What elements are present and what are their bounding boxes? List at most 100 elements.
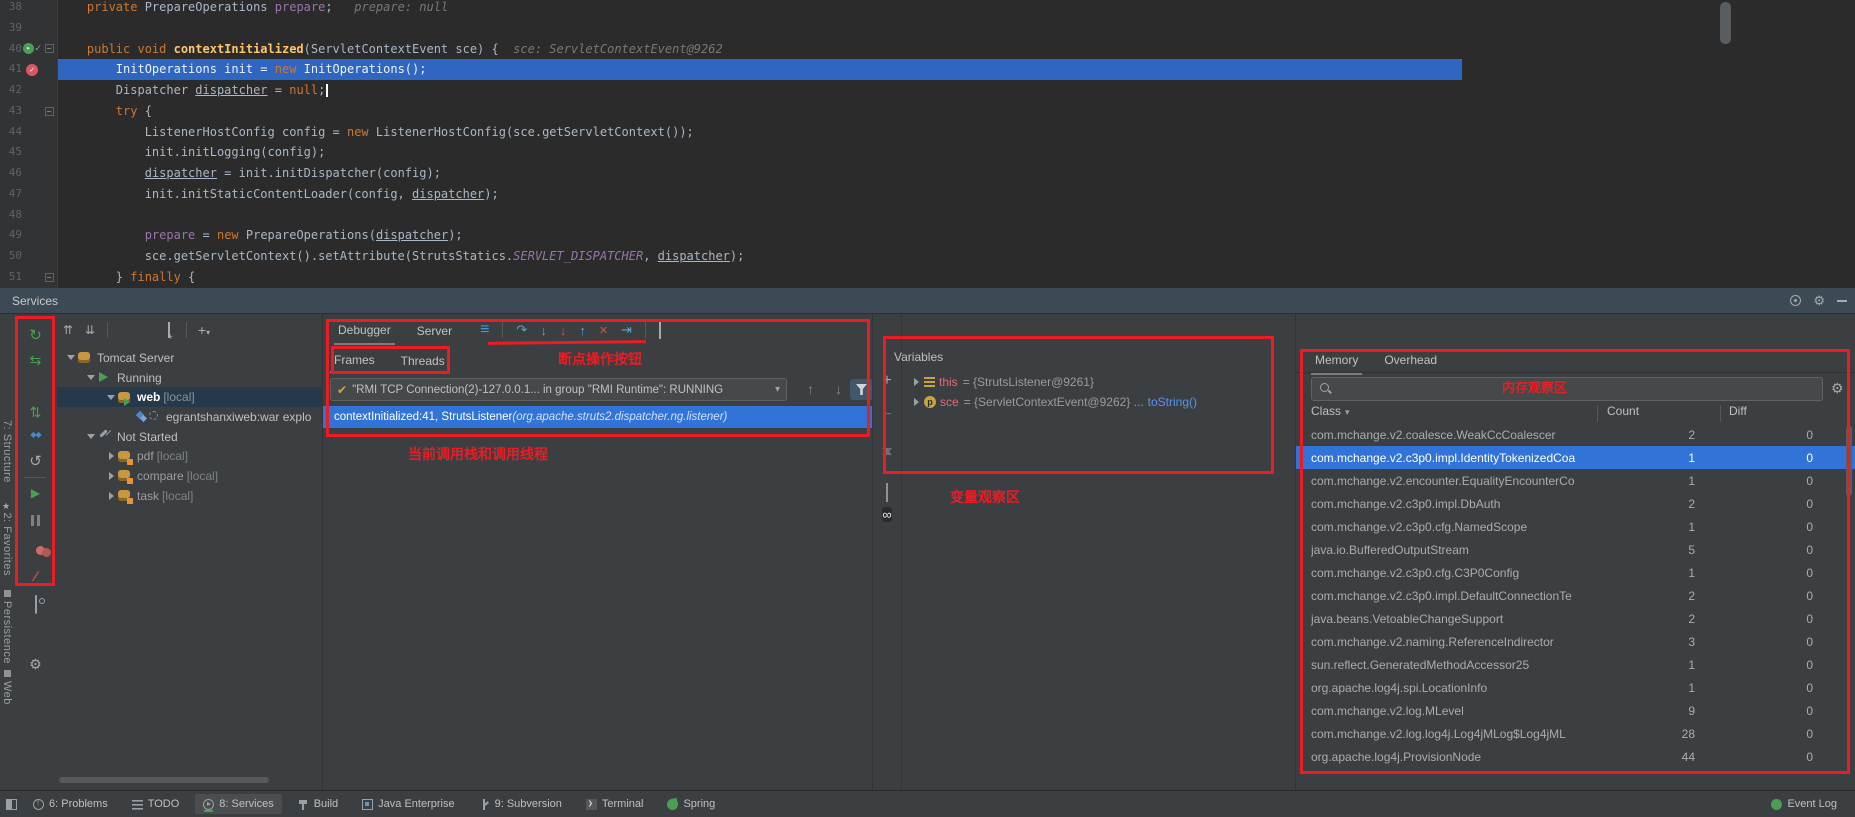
line-number[interactable]: 41 — [0, 59, 22, 80]
run-to-cursor-icon[interactable]: ⇥ — [621, 322, 632, 338]
rerun-icon[interactable]: ↻ — [14, 326, 57, 344]
evaluate-expression-icon[interactable] — [659, 323, 661, 338]
code-editor[interactable]: 38 private PrepareOperations prepare; pr… — [0, 0, 1855, 288]
line-number[interactable]: 50 — [0, 246, 22, 267]
statusbar-item-services[interactable]: 8: Services — [195, 794, 281, 814]
new-frame-icon[interactable] — [158, 323, 180, 337]
code-line[interactable]: 51− } finally { — [0, 267, 1855, 288]
panel-divider[interactable] — [322, 314, 323, 790]
tab-frames[interactable]: Frames — [330, 348, 379, 373]
duplicate-icon[interactable] — [872, 484, 902, 502]
memory-search-input[interactable] — [1338, 382, 1822, 396]
memory-class-row[interactable]: com.mchange.v2.c3p0.cfg.C3P0Config10 — [1295, 561, 1855, 584]
fold-marker-icon[interactable]: − — [45, 107, 54, 116]
memory-class-row[interactable]: com.mchange.v2.coalesce.WeakCcCoalescer2… — [1295, 423, 1855, 446]
rerun-debug-icon[interactable]: ⇆ — [14, 352, 57, 369]
memory-class-row[interactable]: com.mchange.v2.c3p0.impl.DefaultConnecti… — [1295, 584, 1855, 607]
stack-frame-row[interactable]: contextInitialized:41, StrutsListener (o… — [322, 406, 872, 428]
thread-dropdown[interactable]: ✔ "RMI TCP Connection(2)-127.0.0.1... in… — [330, 378, 787, 401]
memory-class-row[interactable]: com.mchange.v2.naming.ReferenceIndirecto… — [1295, 630, 1855, 653]
code-line[interactable]: 47 init.initStaticContentLoader(config, … — [0, 184, 1855, 205]
chevron-right-icon[interactable] — [105, 452, 117, 460]
menu-hamburger-icon[interactable]: ≡ — [480, 321, 489, 339]
memory-class-row[interactable]: com.mchange.v2.c3p0.impl.DbAuth20 — [1295, 492, 1855, 515]
hide-frames-filter-icon[interactable] — [850, 379, 873, 400]
code-line[interactable]: 48 — [0, 205, 1855, 226]
chevron-right-icon[interactable] — [105, 472, 117, 480]
breakpoint-icon[interactable]: ✓ — [26, 64, 38, 76]
deployed-artifacts-icon[interactable]: ◆◆ — [14, 430, 57, 439]
pause-icon[interactable] — [14, 515, 57, 526]
code-line[interactable]: 42 Dispatcher dispatcher = null; — [0, 80, 1855, 101]
code-line[interactable]: 49 prepare = new PrepareOperations(dispa… — [0, 225, 1855, 246]
memory-class-row[interactable]: com.mchange.v2.log.log4j.Log4jMLog$Log4j… — [1295, 723, 1855, 746]
watch-return-values-icon[interactable]: ∞ — [872, 506, 902, 524]
tree-item-pdf[interactable]: pdf[local] — [57, 446, 322, 466]
statusbar-item-terminal[interactable]: Terminal — [578, 794, 652, 814]
previous-frame-icon[interactable]: ↑ — [807, 381, 814, 397]
force-step-into-icon[interactable]: ↓ — [560, 323, 567, 338]
sidebar-item-structure[interactable]: 7: Structure — [1, 420, 13, 483]
line-number[interactable]: 39 — [0, 18, 22, 39]
resume-icon[interactable]: ▶ — [14, 486, 57, 500]
memory-class-row[interactable]: java.beans.VetoableChangeSupport20 — [1295, 607, 1855, 630]
add-service-icon[interactable]: +▾ — [193, 322, 215, 338]
editor-scrollbar[interactable] — [1720, 2, 1731, 44]
panel-divider[interactable] — [872, 314, 873, 790]
statusbar-item-javaee[interactable]: Java Enterprise — [354, 794, 462, 814]
column-header-diff[interactable]: Diff — [1729, 404, 1747, 418]
tree-item-compare[interactable]: compare[local] — [57, 466, 322, 486]
statusbar-item-todo[interactable]: TODO — [124, 794, 188, 814]
breakpoint-slash-icon[interactable]: ∕ — [14, 568, 57, 584]
tool-windows-icon[interactable] — [0, 795, 25, 814]
code-line[interactable]: 44 ListenerHostConfig config = new Liste… — [0, 122, 1855, 143]
line-number[interactable]: 44 — [0, 122, 22, 143]
chevron-right-icon[interactable] — [910, 398, 922, 406]
fold-marker-icon[interactable]: − — [45, 44, 54, 53]
line-number[interactable]: 38 — [0, 0, 22, 18]
tree-item-not[interactable]: Not Started — [57, 427, 322, 447]
statusbar-item-svn[interactable]: 9: Subversion — [471, 794, 570, 814]
memory-class-row[interactable]: com.mchange.v2.log.MLevel90 — [1295, 700, 1855, 723]
tab-debugger[interactable]: Debugger — [334, 316, 395, 345]
remove-watch-icon[interactable]: − — [872, 406, 902, 424]
code-line[interactable]: 43− try { — [0, 101, 1855, 122]
step-into-icon[interactable]: ↓ — [540, 323, 547, 338]
step-over-icon[interactable]: ↷ — [516, 322, 527, 338]
line-number[interactable]: 46 — [0, 163, 22, 184]
sidebar-item-favorites[interactable]: ★2: Favorites — [1, 502, 13, 576]
fold-marker-icon[interactable]: − — [45, 273, 54, 282]
step-out-icon[interactable]: ↑ — [579, 323, 586, 338]
tab-server[interactable]: Server — [413, 317, 456, 344]
strip-gear-icon[interactable]: ⚙ — [14, 656, 57, 673]
memory-class-row[interactable]: com.mchange.v2.c3p0.impl.IdentityTokeniz… — [1295, 446, 1855, 469]
tab-threads[interactable]: Threads — [397, 349, 449, 372]
memory-class-row[interactable]: org.apache.log4j.ProvisionNode440 — [1295, 746, 1855, 769]
code-line[interactable]: 41✓ InitOperations init = new InitOperat… — [0, 59, 1855, 80]
statusbar-item-build[interactable]: Build — [290, 794, 346, 814]
tree-item-task[interactable]: task[local] — [57, 486, 322, 506]
column-header-class[interactable]: Class▾ — [1311, 404, 1350, 418]
settings-gear-icon[interactable]: ⚙ — [1813, 294, 1825, 307]
tostring-link[interactable]: toString() — [1148, 395, 1197, 409]
variable-row-this[interactable]: this= {StrutsListener@9261} — [910, 372, 1291, 392]
drop-frame-icon[interactable]: ✕ — [599, 324, 608, 337]
add-watch-icon[interactable]: + — [872, 372, 902, 390]
sidebar-item-web[interactable]: Web — [1, 670, 13, 705]
tree-horizontal-scrollbar[interactable] — [59, 777, 269, 783]
tree-item-running[interactable]: Running — [57, 368, 322, 388]
line-number[interactable]: 45 — [0, 142, 22, 163]
tab-overhead[interactable]: Overhead — [1380, 346, 1441, 375]
camera-icon[interactable] — [14, 596, 57, 614]
line-number[interactable]: 48 — [0, 205, 22, 226]
column-header-count[interactable]: Count — [1607, 404, 1639, 418]
refresh-icon[interactable]: ↺ — [14, 452, 57, 470]
memory-class-row[interactable]: com.mchange.v2.encounter.EqualityEncount… — [1295, 469, 1855, 492]
run-method-icon[interactable]: ▸ — [23, 43, 34, 54]
line-number[interactable]: 49 — [0, 225, 22, 246]
tree-item-web[interactable]: web[local] — [57, 387, 322, 407]
hide-panel-icon[interactable] — [1837, 300, 1847, 302]
line-number[interactable]: 47 — [0, 184, 22, 205]
memory-class-row[interactable]: org.apache.log4j.spi.LocationInfo10 — [1295, 677, 1855, 700]
float-mode-icon[interactable] — [1790, 295, 1801, 306]
